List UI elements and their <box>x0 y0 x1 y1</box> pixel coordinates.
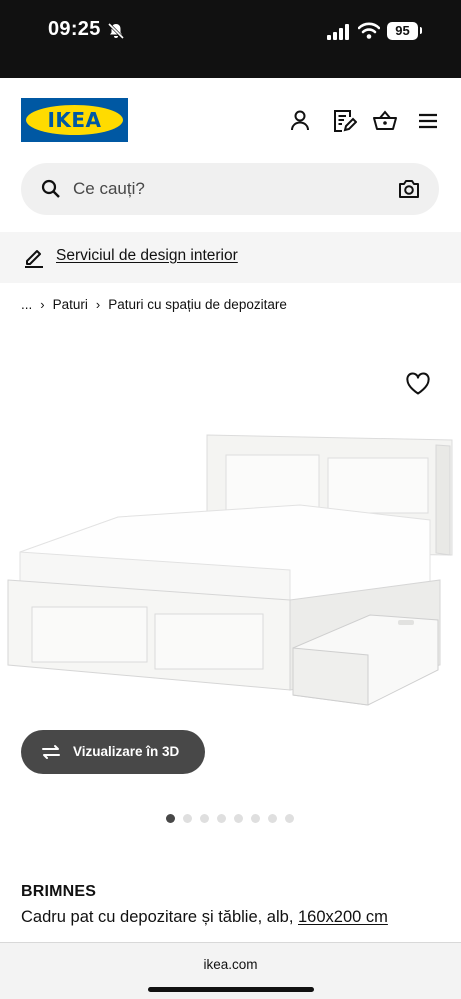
heart-icon[interactable] <box>405 372 431 396</box>
battery-indicator: 95 <box>387 22 418 40</box>
product-size-link[interactable]: 160x200 cm <box>298 908 388 926</box>
camera-search-icon[interactable] <box>398 179 420 199</box>
search-bar[interactable] <box>21 163 439 215</box>
basket-icon[interactable] <box>372 108 398 134</box>
rotate-3d-icon <box>42 745 60 759</box>
view-3d-label: Vizualizare în 3D <box>73 744 180 759</box>
product-description: Cadru pat cu depozitare și tăblie, alb, … <box>21 908 388 927</box>
search-input[interactable] <box>73 163 373 215</box>
chevron-right-icon: › <box>40 297 45 312</box>
carousel-dot[interactable] <box>285 814 294 823</box>
pencil-icon <box>25 250 43 268</box>
browser-address-bar[interactable]: ikea.com <box>0 942 461 999</box>
user-icon[interactable] <box>287 108 313 134</box>
carousel-dot[interactable] <box>234 814 243 823</box>
shopping-list-icon[interactable] <box>331 108 357 134</box>
logo-oval: IKEA <box>26 105 123 135</box>
ikea-logo[interactable]: IKEA <box>21 98 128 142</box>
product-image-bed[interactable] <box>0 420 461 740</box>
carousel-dot[interactable] <box>183 814 192 823</box>
url-label[interactable]: ikea.com <box>0 957 461 972</box>
breadcrumb: ... › Paturi › Paturi cu spațiu de depoz… <box>21 297 287 312</box>
breadcrumb-paturi[interactable]: Paturi <box>53 297 88 312</box>
search-icon <box>41 179 60 198</box>
home-indicator <box>148 987 314 992</box>
design-service-link[interactable]: Serviciul de design interior <box>56 247 238 265</box>
breadcrumb-more[interactable]: ... <box>21 297 32 312</box>
view-3d-button[interactable]: Vizualizare în 3D <box>21 730 205 774</box>
status-time: 09:25 <box>48 18 101 40</box>
product-description-text: Cadru pat cu depozitare și tăblie, alb, <box>21 908 298 926</box>
carousel-dot[interactable] <box>268 814 277 823</box>
carousel-dot[interactable] <box>251 814 260 823</box>
design-service-banner[interactable]: Serviciul de design interior <box>0 232 461 283</box>
menu-icon[interactable] <box>416 108 442 134</box>
cellular-signal-icon <box>327 24 349 40</box>
image-carousel-dots <box>166 814 294 823</box>
breadcrumb-storage-beds[interactable]: Paturi cu spațiu de depozitare <box>108 297 287 312</box>
carousel-dot[interactable] <box>200 814 209 823</box>
carousel-dot[interactable] <box>217 814 226 823</box>
site-header: IKEA <box>0 78 461 162</box>
wifi-icon <box>358 22 380 39</box>
chevron-right-icon: › <box>95 297 101 312</box>
status-bar: 09:25 95 <box>0 0 461 78</box>
carousel-dot[interactable] <box>166 814 175 823</box>
battery-tip <box>420 27 422 34</box>
product-name: BRIMNES <box>21 883 97 900</box>
silent-bell-icon <box>107 22 125 40</box>
logo-text: IKEA <box>47 108 102 132</box>
